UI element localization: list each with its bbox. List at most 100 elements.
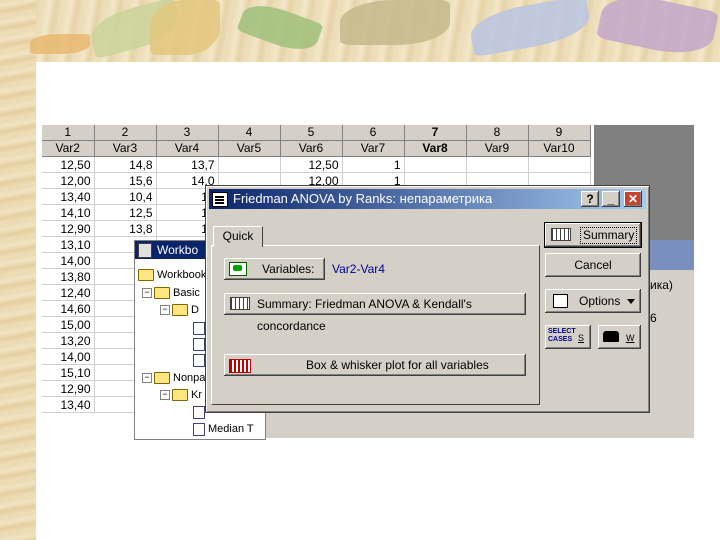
col-number[interactable]: 1 [42,125,95,141]
table-cell[interactable]: 12,50 [42,156,95,173]
table-cell[interactable]: 10,4 [94,188,157,205]
collapse-icon[interactable]: − [142,373,152,384]
table-cell[interactable]: 12,40 [42,284,95,301]
folder-icon [138,269,154,282]
table-cell[interactable]: 14,60 [42,300,95,317]
options-icon [553,294,568,308]
col-number[interactable]: 3 [156,125,219,141]
document-icon [193,405,205,419]
boxplot-button[interactable]: Box & whisker plot for all variables [224,354,526,376]
variables-button[interactable]: Variables: [224,258,325,280]
select-cases-button[interactable]: SELECT CASES S [545,325,591,349]
table-cell[interactable] [218,156,281,173]
background-text: 6 [650,311,657,325]
summary-friedman-button[interactable]: Summary: Friedman ANOVA & Kendall's conc… [224,293,526,333]
table-cell[interactable]: 15,00 [42,316,95,333]
table-cell[interactable]: 12,50 [280,156,343,173]
window-menu-icon[interactable] [212,192,228,207]
col-number[interactable]: 5 [280,125,343,141]
col-name[interactable]: Var3 [94,140,157,157]
collapse-icon[interactable]: − [160,390,170,401]
dialog-titlebar[interactable]: Friedman ANOVA by Ranks: непараметрика ?… [209,189,646,209]
background-text: ика) [650,278,673,292]
table-cell[interactable] [404,156,467,173]
col-number[interactable]: 2 [94,125,157,141]
column-number-row: 1 2 3 4 5 6 7 8 9 [42,125,591,141]
table-cell[interactable]: 13,40 [42,188,95,205]
tree-item-workbook[interactable]: Workbook [138,268,206,282]
folder-icon [154,287,170,300]
tree-item-median[interactable]: Median T [193,422,254,436]
focus-indicator [580,227,637,244]
variables-button-label: Variables: [262,262,315,276]
table-cell[interactable]: 13,80 [42,268,95,285]
tab-quick[interactable]: Quick [213,226,263,247]
col-name[interactable]: Var9 [466,140,529,157]
table-cell[interactable]: 12,90 [42,220,95,237]
tree-item-kr[interactable]: − Kr [160,388,202,402]
grid-icon [230,297,250,310]
col-number[interactable]: 6 [342,125,405,141]
collapse-icon[interactable]: − [142,288,152,299]
table-cell[interactable]: 15,6 [94,172,157,189]
boxplot-icon [229,359,251,373]
table-cell[interactable]: 13,40 [42,396,95,413]
table-cell[interactable]: 1 [342,156,405,173]
col-number[interactable]: 4 [218,125,281,141]
column-name-row: Var2 Var3 Var4 Var5 Var6 Var7 Var8 Var9 … [42,140,591,157]
document-icon [193,321,205,335]
summary-button[interactable]: Summary [545,223,641,247]
col-number[interactable]: 9 [528,125,591,141]
col-name[interactable]: Var5 [218,140,281,157]
table-cell[interactable]: 14,8 [94,156,157,173]
weight-suffix: W [626,333,635,343]
summary-friedman-label: Summary: Friedman ANOVA & Kendall's conc… [257,297,472,333]
document-icon [193,337,205,351]
help-button[interactable]: ? [581,191,599,207]
table-cell[interactable]: 13,8 [94,220,157,237]
table-cell[interactable]: 13,7 [156,156,219,173]
folder-icon [172,304,188,317]
table-cell[interactable]: 15,10 [42,364,95,381]
folder-icon [154,372,170,385]
table-cell[interactable]: 14,10 [42,204,95,221]
tree-item-d[interactable]: − D [160,303,199,317]
tree-label: Kr [191,389,202,401]
col-number[interactable]: 8 [466,125,529,141]
options-button[interactable]: Options [545,289,641,313]
col-name[interactable]: Var7 [342,140,405,157]
tree-item-basic[interactable]: − Basic [142,286,200,300]
table-cell[interactable]: 14,00 [42,252,95,269]
tree-label: D [191,304,199,316]
cancel-button-label: Cancel [574,258,612,272]
col-name[interactable]: Var2 [42,140,95,157]
table-cell[interactable]: 12,5 [94,204,157,221]
minimize-button[interactable]: _ [602,191,620,207]
workbook-icon [138,243,152,258]
col-name[interactable]: Var6 [280,140,343,157]
table-cell[interactable]: 13,20 [42,332,95,349]
select-cases-icon: SELECT CASES [548,328,576,343]
decorative-leaf [150,0,220,55]
col-name[interactable]: Var4 [156,140,219,157]
table-cell[interactable]: 12,90 [42,380,95,397]
col-name[interactable]: Var10 [528,140,591,157]
table-cell[interactable] [466,156,529,173]
weight-icon [603,331,619,342]
col-number[interactable]: 7 [404,125,467,141]
col-name[interactable]: Var8 [404,140,467,157]
variables-icon [229,262,247,276]
collapse-icon[interactable]: − [160,305,170,316]
slide-decoration-left [0,0,36,540]
document-icon [193,422,205,436]
close-button[interactable]: ✕ [624,191,642,207]
tree-label: Basic [173,287,200,299]
table-cell[interactable]: 13,10 [42,236,95,253]
table-cell[interactable]: 12,00 [42,172,95,189]
tree-item-nonpa[interactable]: − Nonpa [142,371,205,385]
cancel-button[interactable]: Cancel [545,253,641,277]
tree-label: Nonpa [173,372,206,384]
weight-button[interactable]: W [598,325,641,349]
table-cell[interactable] [528,156,591,173]
table-cell[interactable]: 14,00 [42,348,95,365]
